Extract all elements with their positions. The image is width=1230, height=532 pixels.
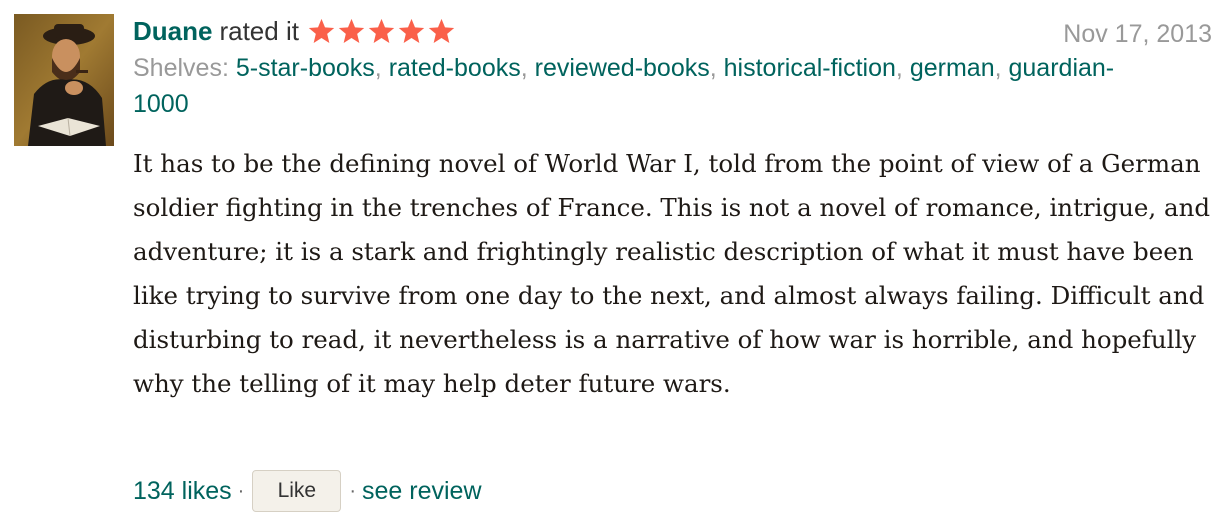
- reviewer-name-link[interactable]: Duane: [133, 16, 212, 47]
- star-rating: [307, 17, 456, 46]
- shelf-link[interactable]: reviewed-books: [535, 54, 710, 82]
- shelf-items: 5-star-books, rated-books, reviewed-book…: [133, 54, 1114, 118]
- shelf-link[interactable]: rated-books: [389, 54, 521, 82]
- like-button[interactable]: Like: [252, 470, 342, 512]
- likes-count-link[interactable]: 134 likes: [133, 477, 232, 506]
- star-icon: [398, 18, 425, 43]
- shelves-label: Shelves:: [133, 54, 229, 82]
- review-body-text: It has to be the defining novel of World…: [133, 149, 1211, 398]
- star-icon: [368, 18, 395, 43]
- shelf-separator: ,: [994, 54, 1009, 82]
- star-icon: [308, 18, 335, 43]
- reviewer-avatar[interactable]: [14, 14, 114, 146]
- review-date-link[interactable]: Nov 17, 2013: [1063, 20, 1212, 49]
- star-icon: [428, 18, 455, 43]
- review-card: Duane rated it Nov 17, 2013 Shelves: 5-s…: [0, 0, 1230, 532]
- footer-separator: ·: [237, 479, 245, 502]
- footer-separator: ·: [349, 479, 357, 502]
- shelf-separator: ,: [520, 54, 535, 82]
- shelf-link[interactable]: german: [910, 54, 995, 82]
- shelves-list: Shelves: 5-star-books, rated-books, revi…: [133, 50, 1133, 122]
- review-header: Duane rated it: [133, 12, 456, 50]
- shelf-separator: ,: [895, 54, 910, 82]
- shelf-separator: ,: [374, 54, 389, 82]
- review-footer: 134 likes · Like · see review: [133, 469, 482, 513]
- star-icon: [338, 18, 365, 43]
- shelf-separator: ,: [709, 54, 724, 82]
- see-review-link[interactable]: see review: [362, 477, 482, 506]
- shelf-link[interactable]: 5-star-books: [236, 54, 375, 82]
- rated-it-label: rated it: [219, 15, 299, 46]
- shelf-link[interactable]: historical-fiction: [724, 54, 896, 82]
